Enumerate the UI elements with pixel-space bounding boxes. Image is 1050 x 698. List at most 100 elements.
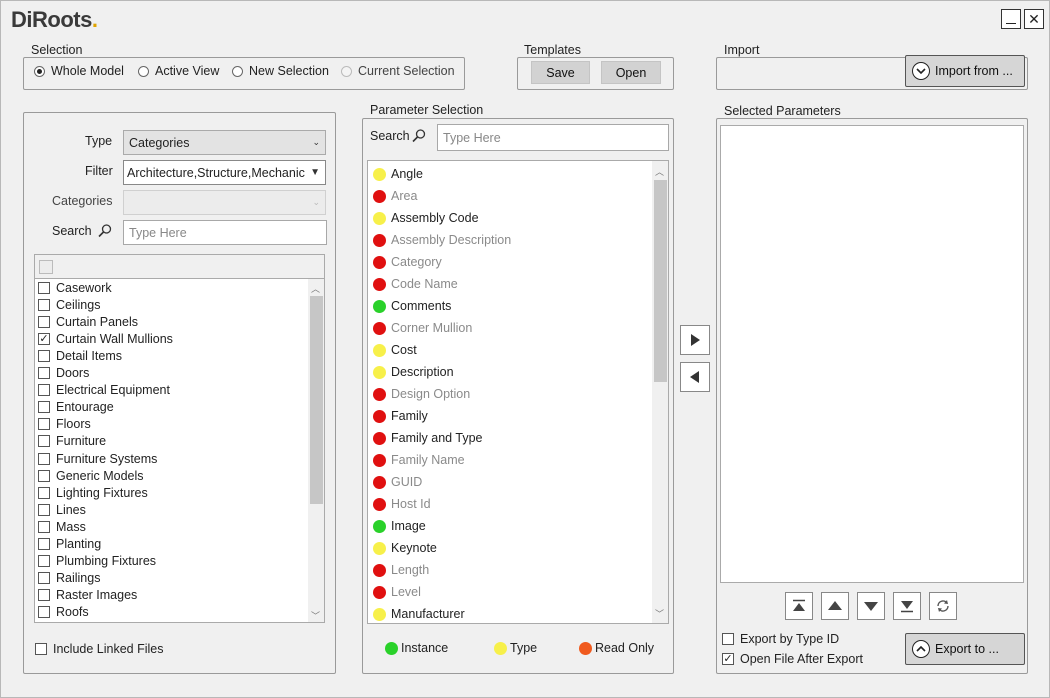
selection-radio[interactable] — [232, 65, 243, 77]
parameter-list-item[interactable]: Cost — [373, 339, 417, 361]
category-list-item[interactable]: Raster Images — [38, 587, 137, 604]
category-list-item[interactable]: Casework — [38, 279, 112, 296]
move-down-button[interactable] — [857, 592, 885, 620]
category-list-item[interactable]: Doors — [38, 365, 89, 382]
parameter-list-item[interactable]: Host Id — [373, 493, 431, 515]
parameter-list-item[interactable]: Corner Mullion — [373, 317, 472, 339]
close-button[interactable]: ✕ — [1024, 9, 1044, 29]
category-list-item[interactable]: Detail Items — [38, 347, 122, 364]
export-by-type-row[interactable]: Export by Type ID — [722, 632, 839, 646]
open-template-button[interactable]: Open — [601, 61, 661, 84]
selected-parameter-list[interactable] — [720, 125, 1024, 583]
parameter-search-input[interactable]: Type Here — [437, 124, 669, 151]
type-dropdown[interactable]: Categories ⌄ — [123, 130, 326, 155]
category-checkbox[interactable] — [38, 418, 50, 431]
save-template-button[interactable]: Save — [531, 61, 590, 84]
refresh-button[interactable] — [929, 592, 957, 620]
import-from-button[interactable]: Import from ... — [905, 55, 1025, 87]
category-list-item[interactable]: ✓ Curtain Wall Mullions — [38, 330, 173, 347]
parameter-list-item[interactable]: Angle — [373, 163, 423, 185]
category-list-item[interactable]: Mass — [38, 518, 86, 535]
category-list-item[interactable]: Floors — [38, 416, 91, 433]
parameter-list-item[interactable]: Length — [373, 559, 429, 581]
category-checkbox[interactable] — [38, 469, 50, 482]
category-list-item[interactable]: Curtain Panels — [38, 313, 138, 330]
select-all-checkbox[interactable] — [39, 260, 53, 274]
category-checkbox[interactable] — [38, 520, 50, 533]
category-checkbox[interactable] — [38, 538, 50, 550]
category-list-item[interactable]: Furniture Systems — [38, 450, 157, 467]
category-checkbox[interactable] — [38, 572, 50, 585]
open-after-export-row[interactable]: ✓ Open File After Export — [722, 652, 863, 666]
parameter-list-item[interactable]: Level — [373, 581, 421, 603]
parameter-list-item[interactable]: Description — [373, 361, 454, 383]
category-checkbox[interactable] — [38, 384, 50, 397]
selection-option[interactable]: Current Selection — [341, 64, 455, 78]
open-after-export-checkbox[interactable]: ✓ — [722, 653, 734, 665]
category-checkbox[interactable] — [38, 298, 50, 311]
include-linked-row[interactable]: Include Linked Files — [35, 642, 163, 656]
selection-option[interactable]: New Selection — [232, 64, 329, 78]
category-list-item[interactable]: Lighting Fixtures — [38, 484, 148, 501]
parameter-list-item[interactable]: Family and Type — [373, 427, 482, 449]
category-list-item[interactable]: Railings — [38, 570, 100, 587]
scroll-thumb[interactable] — [310, 296, 323, 504]
category-checkbox[interactable] — [38, 435, 50, 448]
parameter-list-item[interactable]: Design Option — [373, 383, 470, 405]
selection-radio[interactable] — [34, 65, 45, 77]
parameter-scrollbar[interactable]: ︿ ﹀ — [652, 161, 668, 623]
categories-dropdown[interactable]: ⌄ — [123, 190, 326, 215]
filter-dropdown[interactable]: Architecture,Structure,Mechanic ▼ — [123, 160, 326, 185]
minimize-button[interactable] — [1001, 9, 1021, 29]
parameter-list-item[interactable]: Category — [373, 251, 442, 273]
selection-option[interactable]: Active View — [138, 64, 219, 78]
parameter-list-item[interactable]: Area — [373, 185, 417, 207]
parameter-list-item[interactable]: GUID — [373, 471, 422, 493]
parameter-list-item[interactable]: Assembly Code — [373, 207, 479, 229]
category-list-item[interactable]: Generic Models — [38, 467, 144, 484]
remove-parameter-button[interactable] — [680, 362, 710, 392]
category-list-item[interactable]: Plumbing Fixtures — [38, 553, 156, 570]
move-to-top-button[interactable] — [785, 592, 813, 620]
export-to-button[interactable]: Export to ... — [905, 633, 1025, 665]
category-checkbox[interactable] — [38, 555, 50, 568]
category-checkbox[interactable] — [38, 606, 50, 619]
category-checkbox[interactable] — [38, 589, 50, 602]
scroll-thumb[interactable] — [654, 180, 667, 382]
category-checkbox[interactable] — [38, 281, 50, 294]
category-list-item[interactable]: Ceilings — [38, 296, 100, 313]
category-scrollbar[interactable]: ︿ ﹀ — [308, 279, 324, 622]
category-checkbox[interactable] — [38, 452, 50, 465]
category-checkbox[interactable] — [38, 486, 50, 499]
category-list-item[interactable]: Furniture — [38, 433, 106, 450]
parameter-list-item[interactable]: Manufacturer — [373, 603, 465, 623]
parameter-list-item[interactable]: Keynote — [373, 537, 437, 559]
category-list-item[interactable]: Roofs — [38, 604, 89, 621]
parameter-list-item[interactable]: Comments — [373, 295, 451, 317]
category-checkbox[interactable] — [38, 349, 50, 362]
parameter-list-item[interactable]: Assembly Description — [373, 229, 511, 251]
add-parameter-button[interactable] — [680, 325, 710, 355]
parameter-list-item[interactable]: Family Name — [373, 449, 465, 471]
parameter-list-item[interactable]: Image — [373, 515, 426, 537]
parameter-status-dot — [373, 519, 386, 533]
parameter-list-item[interactable]: Code Name — [373, 273, 458, 295]
category-list-item[interactable]: Electrical Equipment — [38, 382, 170, 399]
selection-option[interactable]: Whole Model — [34, 64, 124, 78]
category-list-item[interactable]: Planting — [38, 536, 101, 553]
export-by-type-checkbox[interactable] — [722, 633, 734, 645]
category-checkbox[interactable] — [38, 503, 50, 516]
category-search-input[interactable]: Type Here — [123, 220, 327, 245]
category-checkbox[interactable]: ✓ — [38, 332, 50, 345]
include-linked-checkbox[interactable] — [35, 643, 47, 655]
category-checkbox[interactable] — [38, 367, 50, 379]
category-list-item[interactable]: Entourage — [38, 399, 114, 416]
selection-radio[interactable] — [138, 65, 149, 77]
move-up-button[interactable] — [821, 592, 849, 620]
category-checkbox[interactable] — [38, 401, 50, 414]
category-list-item[interactable]: Lines — [38, 501, 86, 518]
category-checkbox[interactable] — [38, 315, 50, 328]
parameter-list-item[interactable]: Family — [373, 405, 428, 427]
move-to-bottom-button[interactable] — [893, 592, 921, 620]
selection-radio[interactable] — [341, 65, 352, 77]
